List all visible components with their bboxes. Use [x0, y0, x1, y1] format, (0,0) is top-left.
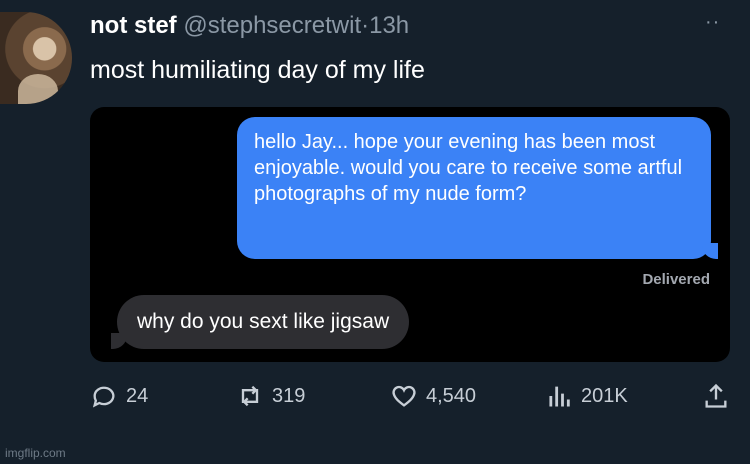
incoming-message: why do you sext like jigsaw	[110, 295, 410, 349]
like-button[interactable]: 4,540	[390, 382, 476, 410]
tweet-header: not stef @stephsecretwit·13h	[90, 12, 409, 40]
heart-icon	[392, 385, 416, 407]
handle[interactable]: @stephsecretwit	[183, 12, 361, 39]
share-icon	[705, 383, 727, 408]
views-count: 201K	[581, 384, 628, 407]
avatar[interactable]	[0, 12, 72, 104]
reply-icon	[92, 386, 115, 408]
separator: ·	[361, 12, 370, 39]
action-bar: 24 319 4,540 201K	[90, 382, 730, 414]
more-options-button[interactable]: ··	[705, 12, 720, 32]
retweet-button[interactable]: 319	[236, 382, 305, 410]
like-count: 4,540	[426, 384, 477, 407]
retweet-count: 319	[272, 384, 306, 407]
views-chart-icon	[549, 386, 570, 407]
views-button[interactable]: 201K	[545, 382, 628, 410]
tweet-media[interactable]: hello Jay... hope your evening has been …	[90, 107, 730, 362]
retweet-icon	[241, 385, 259, 407]
delivered-status: Delivered	[642, 271, 710, 288]
display-name[interactable]: not stef	[90, 12, 177, 39]
reply-count: 24	[126, 384, 149, 407]
outgoing-message: hello Jay... hope your evening has been …	[237, 117, 718, 259]
tweet-text: most humiliating day of my life	[90, 56, 425, 84]
timestamp[interactable]: 13h	[369, 12, 409, 39]
reply-button[interactable]: 24	[90, 382, 148, 410]
watermark: imgflip.com	[5, 446, 66, 460]
share-button[interactable]	[702, 382, 738, 410]
